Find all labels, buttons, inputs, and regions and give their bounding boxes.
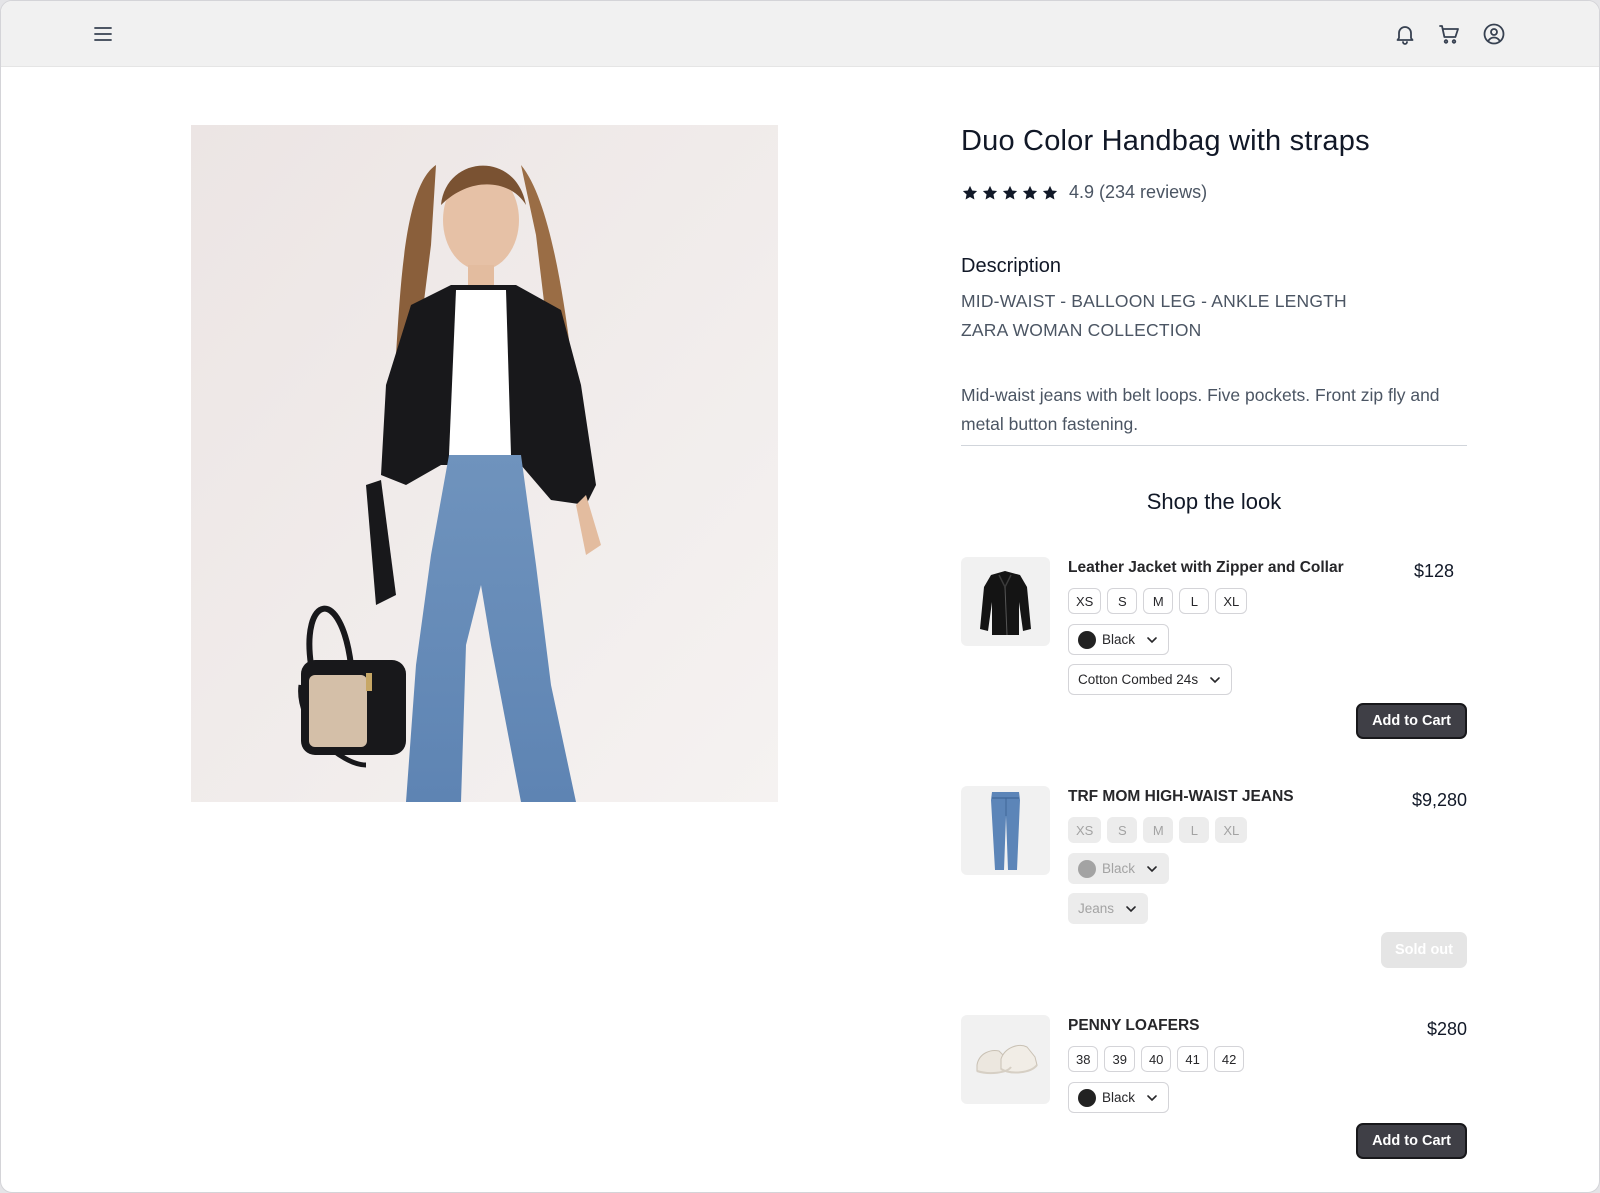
fabric-select[interactable]: Cotton Combed 24s	[1068, 664, 1233, 695]
color-swatch	[1078, 1088, 1096, 1107]
add-to-cart-button[interactable]: Add to Cart	[1356, 1123, 1467, 1159]
item-name: Leather Jacket with Zipper and Collar	[1068, 559, 1344, 576]
size-option[interactable]: M	[1143, 588, 1174, 614]
star-icon	[982, 185, 998, 199]
size-options: XS S M L XL	[1068, 817, 1248, 843]
fabric-value: Jeans	[1078, 901, 1115, 916]
cart-icon[interactable]	[1437, 22, 1461, 46]
size-option[interactable]: 39	[1104, 1046, 1135, 1072]
jacket-thumbnail[interactable]	[961, 557, 1050, 646]
color-value: Black	[1102, 632, 1136, 647]
rating-summary: 4.9 (234 reviews)	[1069, 182, 1212, 203]
item-price: $9,280	[1411, 790, 1467, 810]
size-option: XL	[1215, 817, 1248, 843]
item-name: TRF MOM HIGH-WAIST JEANS	[1068, 788, 1294, 805]
chevron-down-icon	[1145, 633, 1159, 647]
star-rating	[961, 184, 1059, 202]
size-option[interactable]: 38	[1068, 1046, 1099, 1072]
top-bar	[1, 1, 1599, 67]
app-window: Duo Color Handbag with straps 4.9 (234 re…	[0, 0, 1600, 1193]
size-option: XS	[1068, 817, 1102, 843]
product-info: Duo Color Handbag with straps 4.9 (234 re…	[961, 125, 1467, 1159]
description-line-2: ZARA WOMAN COLLECTION	[961, 320, 1202, 340]
item-name: PENNY LOAFERS	[1068, 1017, 1200, 1034]
star-icon	[1042, 185, 1058, 199]
chevron-down-icon	[1145, 862, 1159, 876]
product-hero-image	[191, 125, 778, 802]
star-icon	[1002, 185, 1018, 199]
chevron-down-icon	[1208, 673, 1222, 687]
look-item-jeans: TRF MOM HIGH-WAIST JEANS $9,280 XS S M L…	[961, 786, 1467, 976]
description-line-1: MID-WAIST - BALLOON LEG - ANKLE LENGTH	[961, 291, 1347, 311]
description-body: Mid-waist jeans with belt loops. Five po…	[961, 385, 1440, 434]
add-to-cart-button[interactable]: Add to Cart	[1356, 703, 1467, 739]
chevron-down-icon	[1124, 902, 1138, 916]
color-select[interactable]: Black	[1068, 624, 1170, 655]
user-circle-icon[interactable]	[1482, 22, 1506, 46]
look-item-loafers: PENNY LOAFERS $280 38 39 40 41 42 Black …	[961, 1015, 1467, 1175]
description-label: Description	[961, 255, 1062, 277]
rating-value: 4.9	[1069, 182, 1095, 202]
size-option: L	[1179, 817, 1210, 843]
size-option[interactable]: S	[1107, 588, 1138, 614]
product-title: Duo Color Handbag with straps	[961, 125, 1370, 157]
item-price: $280	[1426, 1019, 1467, 1039]
color-value: Black	[1102, 861, 1136, 876]
bell-icon[interactable]	[1393, 22, 1417, 46]
review-count: (234 reviews)	[1099, 182, 1208, 202]
shop-the-look-title: Shop the look	[1146, 489, 1282, 514]
color-select[interactable]: Black	[1068, 1082, 1170, 1113]
size-option[interactable]: 42	[1213, 1046, 1245, 1072]
look-item-leather-jacket: Leather Jacket with Zipper and Collar $1…	[961, 557, 1467, 747]
size-options: 38 39 40 41 42	[1068, 1046, 1245, 1072]
fabric-select: Jeans	[1068, 893, 1149, 924]
divider	[961, 445, 1467, 446]
color-select: Black	[1068, 853, 1170, 884]
color-value: Black	[1102, 1090, 1136, 1105]
star-icon	[1022, 185, 1038, 199]
chevron-down-icon	[1145, 1091, 1159, 1105]
rating-row: 4.9 (234 reviews)	[961, 182, 1212, 203]
jeans-thumbnail[interactable]	[961, 786, 1050, 875]
sold-out-button: Sold out	[1381, 932, 1467, 968]
star-icon	[962, 185, 978, 199]
size-options: XS S M L XL	[1068, 588, 1248, 614]
size-option[interactable]: 41	[1177, 1046, 1208, 1072]
size-option[interactable]: 40	[1140, 1046, 1172, 1072]
loafers-thumbnail[interactable]	[961, 1015, 1050, 1104]
color-swatch	[1078, 630, 1096, 649]
size-option: S	[1107, 817, 1138, 843]
fabric-value: Cotton Combed 24s	[1078, 672, 1199, 687]
item-price: $128	[1413, 561, 1454, 581]
size-option[interactable]: XS	[1068, 588, 1102, 614]
size-option: M	[1143, 817, 1174, 843]
size-option[interactable]: L	[1179, 588, 1210, 614]
size-option[interactable]: XL	[1215, 588, 1248, 614]
menu-icon[interactable]	[91, 22, 115, 46]
color-swatch	[1078, 859, 1096, 878]
